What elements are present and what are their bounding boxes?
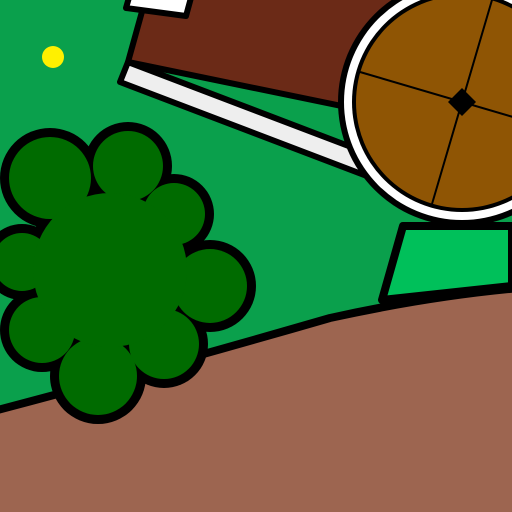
map-canvas (0, 0, 512, 512)
yellow-flower (42, 46, 64, 68)
map-view (0, 0, 512, 512)
